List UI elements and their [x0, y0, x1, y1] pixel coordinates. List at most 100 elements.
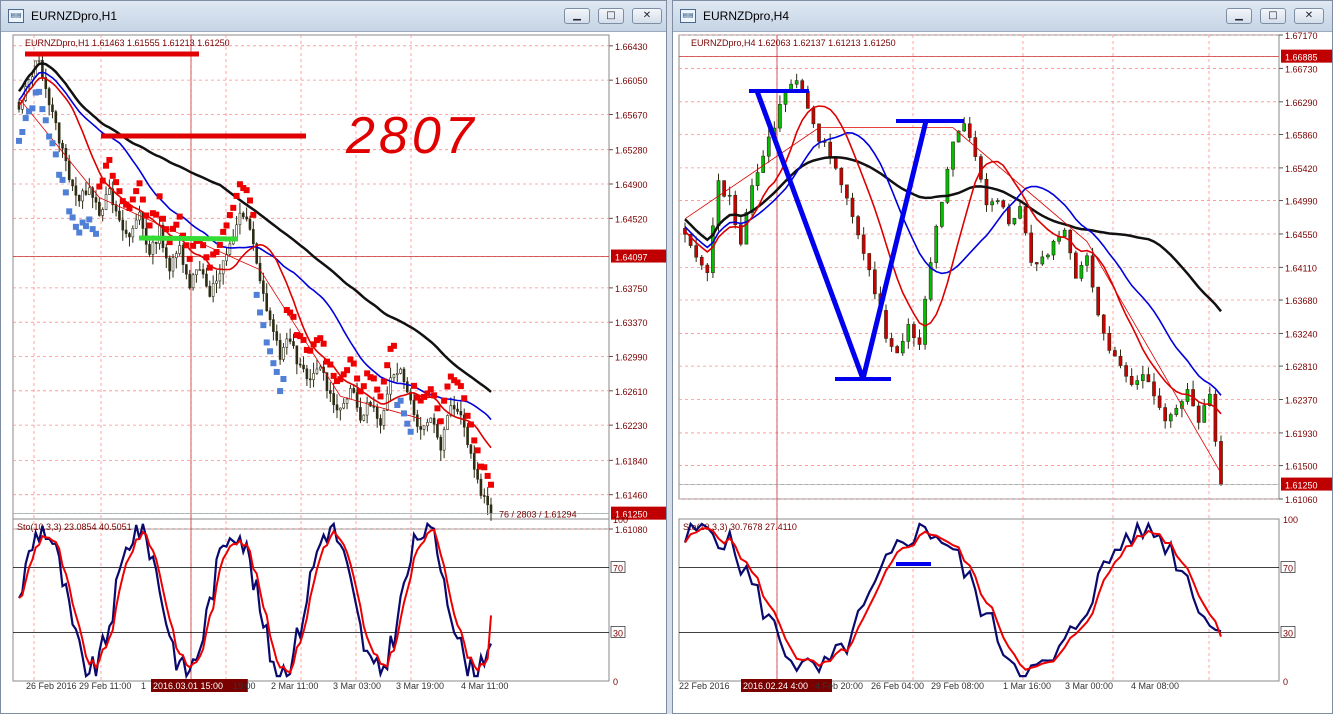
- candle: [178, 245, 181, 254]
- candle: [794, 80, 799, 85]
- candle: [205, 273, 208, 287]
- sar-marker: [400, 410, 407, 417]
- oscillator-level-label: 30: [1283, 628, 1293, 638]
- marked-price-label: 1.64097: [615, 253, 648, 263]
- candle: [1168, 414, 1173, 422]
- sar-marker: [290, 313, 297, 320]
- candle: [101, 209, 104, 216]
- candle: [1113, 350, 1117, 357]
- time-axis-label: 26 Feb 04:00: [871, 681, 924, 691]
- chart-window-h1[interactable]: ▤▤ EURNZDpro,H1 ▁ □ ✕ 1.66430 1.66050 1.65…: [0, 0, 667, 714]
- oscillator-level-label: 30: [613, 628, 623, 638]
- candle: [1029, 232, 1034, 263]
- sar-marker: [263, 339, 270, 346]
- candle: [1202, 405, 1207, 423]
- drawn-support-line: [138, 235, 239, 242]
- sar-marker: [126, 205, 133, 212]
- price-tick-label: 1.65420: [1285, 164, 1318, 174]
- window-titlebar[interactable]: ▤▤ EURNZDpro,H1 ▁ □ ✕: [1, 1, 666, 32]
- candle: [128, 233, 131, 238]
- time-axis-label: 4 Feb 20:00: [815, 681, 863, 691]
- chart-window-h4[interactable]: ▤▤ EURNZDpro,H4 ▁ □ ✕ 1.67170 1.66730 1.66…: [672, 0, 1333, 714]
- candle: [483, 495, 486, 497]
- candle: [352, 388, 356, 393]
- candle: [884, 310, 888, 339]
- sar-marker: [327, 361, 334, 368]
- sar-marker: [203, 254, 210, 261]
- candle: [77, 194, 81, 202]
- sar-marker: [357, 388, 364, 395]
- candle: [335, 404, 339, 411]
- candle: [895, 346, 900, 354]
- sar-marker: [427, 386, 434, 393]
- candle: [984, 178, 989, 206]
- candle: [705, 264, 710, 273]
- sar-marker: [99, 177, 106, 184]
- price-tick-label: 1.65280: [615, 146, 648, 156]
- candle: [98, 201, 101, 216]
- sar-marker: [317, 335, 324, 342]
- candle: [382, 410, 386, 426]
- candle: [923, 298, 927, 345]
- sar-marker: [173, 221, 180, 228]
- sar-marker: [183, 242, 190, 249]
- candle: [118, 210, 121, 221]
- candle: [308, 378, 312, 381]
- price-tick-label: 1.66050: [615, 76, 648, 86]
- sar-marker: [29, 105, 36, 112]
- candle: [148, 244, 151, 255]
- price-chart[interactable]: 1.67170 1.66730 1.66290 1.65860 1.65420 1.649…: [673, 31, 1333, 714]
- sar-marker: [384, 362, 391, 369]
- minimize-button[interactable]: ▁: [1226, 8, 1252, 24]
- candle: [278, 340, 282, 360]
- sar-marker: [49, 140, 56, 147]
- sar-marker: [206, 264, 213, 271]
- candle: [74, 185, 78, 196]
- time-axis-label: 29 Feb 11:00: [79, 681, 131, 691]
- handwritten-annotation: 2807: [345, 107, 478, 165]
- time-axis-label: 1: [141, 681, 146, 691]
- maximize-button[interactable]: □: [1260, 8, 1286, 24]
- minimize-button[interactable]: ▁: [564, 8, 590, 24]
- sar-marker: [82, 223, 89, 230]
- candle: [218, 273, 222, 282]
- maximize-button[interactable]: □: [598, 8, 624, 24]
- candle: [1096, 286, 1101, 316]
- price-chart[interactable]: 1.66430 1.66050 1.65670 1.65280 1.64900 1.645…: [1, 31, 667, 714]
- sar-marker: [330, 372, 337, 379]
- close-button[interactable]: ✕: [1294, 8, 1324, 24]
- sar-marker: [277, 388, 284, 395]
- sar-marker: [344, 367, 351, 374]
- sar-marker: [56, 171, 63, 178]
- candle: [1174, 408, 1179, 415]
- time-axis-label: 4 Mar 11:00: [461, 681, 508, 691]
- candle: [282, 347, 285, 360]
- sar-marker: [146, 222, 153, 229]
- candle: [1085, 255, 1089, 266]
- candle: [861, 234, 866, 254]
- sar-marker: [243, 187, 250, 194]
- candle: [288, 338, 292, 342]
- sar-marker: [411, 382, 418, 389]
- candle: [1023, 206, 1028, 234]
- candle: [727, 194, 732, 197]
- candle: [1101, 314, 1106, 334]
- candle: [459, 411, 463, 416]
- candle: [951, 141, 955, 170]
- candle: [221, 260, 225, 275]
- window-titlebar[interactable]: ▤▤ EURNZDpro,H4 ▁ □ ✕: [673, 1, 1332, 32]
- candle: [201, 269, 205, 275]
- candle: [419, 426, 423, 430]
- candle: [817, 123, 821, 142]
- candle: [245, 216, 248, 220]
- oscillator-level-label: 100: [1283, 515, 1298, 525]
- candle: [81, 190, 84, 202]
- close-button[interactable]: ✕: [632, 8, 662, 24]
- sar-marker: [260, 322, 267, 329]
- candle: [395, 373, 399, 376]
- candle: [436, 423, 439, 438]
- candle: [416, 414, 419, 427]
- candle: [295, 345, 299, 365]
- sar-marker: [46, 133, 53, 140]
- sar-marker: [72, 223, 79, 230]
